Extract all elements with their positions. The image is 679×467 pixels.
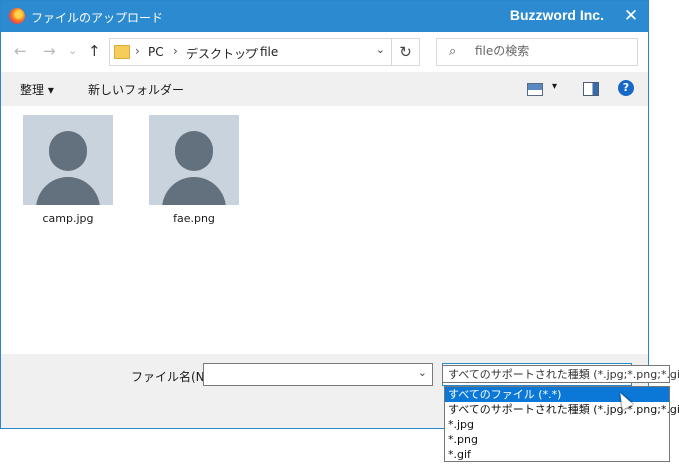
window-title: ファイルのアップロード — [31, 11, 164, 25]
breadcrumb-file[interactable]: file — [260, 45, 278, 59]
file-type-option[interactable]: *.png — [445, 432, 669, 447]
address-bar[interactable]: › PC › デスクトップ › file ⌄ — [109, 38, 392, 66]
help-icon[interactable]: ? — [618, 80, 634, 96]
filename-combobox[interactable]: ⌄ — [203, 363, 433, 386]
file-type-option[interactable]: *.gif — [445, 447, 669, 462]
title-bar[interactable]: ファイルのアップロード Buzzword Inc. ✕ — [1, 1, 648, 32]
file-type-option[interactable]: すべてのファイル (*.*) — [445, 387, 669, 402]
refresh-button[interactable]: ↻ — [392, 38, 420, 66]
file-name: camp.jpg — [42, 212, 94, 225]
forward-icon[interactable]: → — [43, 42, 56, 60]
refresh-icon: ↻ — [399, 43, 412, 61]
file-name: fae.png — [173, 212, 215, 225]
chevron-down-icon[interactable]: ⌄ — [376, 43, 385, 56]
file-item[interactable]: camp.jpg — [22, 115, 114, 225]
file-type-option[interactable]: すべてのサポートされた種類 (*.jpg;*.png;*.gif) — [445, 402, 679, 417]
person-placeholder-icon — [175, 131, 213, 171]
breadcrumb-separator[interactable]: › — [245, 44, 250, 58]
close-icon[interactable]: ✕ — [620, 5, 642, 27]
up-folder-icon[interactable]: ↑ — [88, 42, 101, 60]
organize-button[interactable]: 整理 ▾ — [20, 81, 54, 98]
navigation-bar: ← → ⌄ ↑ › PC › デスクトップ › file ⌄ ↻ ⌕ — [1, 32, 648, 72]
search-icon: ⌕ — [449, 44, 457, 59]
breadcrumb-pc[interactable]: PC — [148, 45, 164, 59]
image-thumbnail — [149, 115, 239, 205]
chevron-down-icon[interactable]: ⌄ — [418, 366, 427, 379]
search-box[interactable]: ⌕ — [436, 38, 638, 66]
folder-icon — [114, 45, 130, 59]
firefox-icon — [9, 8, 25, 24]
file-type-tooltip: すべてのサポートされた種類 (*.jpg;*.png;*.gif) — [442, 365, 679, 383]
filename-input[interactable] — [207, 367, 407, 381]
new-folder-button[interactable]: 新しいフォルダー — [88, 81, 184, 98]
breadcrumb-separator[interactable]: › — [173, 44, 178, 58]
search-input[interactable] — [475, 44, 625, 58]
person-placeholder-icon — [49, 131, 87, 171]
file-type-dropdown-list[interactable]: すべてのファイル (*.*) すべてのサポートされた種類 (*.jpg;*.pn… — [444, 386, 679, 462]
recent-locations-icon[interactable]: ⌄ — [68, 44, 77, 57]
preview-pane-icon[interactable] — [583, 82, 599, 96]
file-type-option[interactable]: *.jpg — [445, 417, 669, 432]
view-dropdown-icon[interactable]: ▾ — [552, 81, 557, 92]
breadcrumb-separator[interactable]: › — [135, 44, 140, 58]
file-list: camp.jpg fae.png — [1, 106, 648, 354]
image-thumbnail — [23, 115, 113, 205]
filename-label: ファイル名(N): — [131, 370, 214, 384]
back-icon[interactable]: ← — [14, 42, 27, 60]
brand-label: Buzzword Inc. — [509, 7, 604, 23]
view-options-icon[interactable] — [527, 83, 543, 96]
file-item[interactable]: fae.png — [148, 115, 240, 225]
command-toolbar: 整理 ▾ 新しいフォルダー ▾ ? — [1, 72, 648, 106]
